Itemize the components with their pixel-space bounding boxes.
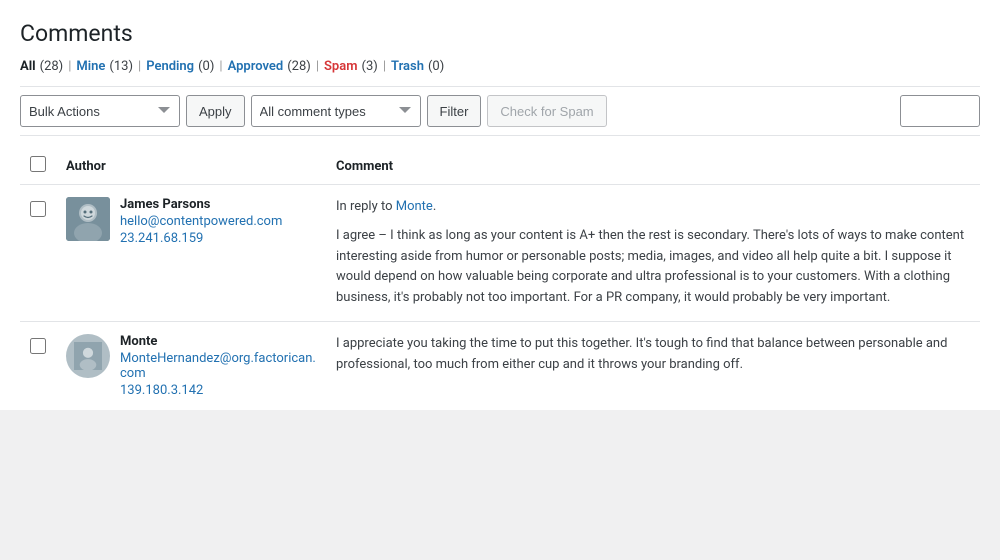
author-cell: James Parsons hello@contentpowered.com 23.… bbox=[56, 185, 326, 322]
row-checkbox[interactable] bbox=[30, 201, 46, 217]
select-all-checkbox[interactable] bbox=[30, 156, 46, 172]
avatar bbox=[66, 197, 110, 241]
row-checkbox[interactable] bbox=[30, 338, 46, 354]
comments-table: Author Comment James Parsons hello@conten… bbox=[20, 148, 980, 410]
author-details: Monte MonteHernandez@org.factorican.com 13… bbox=[120, 334, 316, 398]
filter-mine[interactable]: Mine (13) bbox=[76, 59, 133, 74]
author-name: Monte bbox=[120, 334, 316, 349]
comment-filters: All (28) | Mine (13) | Pending (0) | App… bbox=[20, 59, 980, 74]
select-all-header[interactable] bbox=[20, 148, 56, 185]
row-checkbox-cell bbox=[20, 185, 56, 322]
in-reply-to-link[interactable]: Monte bbox=[396, 199, 433, 214]
author-email[interactable]: hello@contentpowered.com bbox=[120, 214, 282, 229]
search-input[interactable] bbox=[900, 95, 980, 127]
in-reply-to: In reply to Monte. bbox=[336, 197, 970, 218]
filter-all[interactable]: All (28) bbox=[20, 59, 63, 74]
toolbar: Bulk Actions Apply All comment types Fil… bbox=[20, 86, 980, 136]
filter-trash[interactable]: Trash (0) bbox=[391, 59, 444, 74]
author-ip[interactable]: 139.180.3.142 bbox=[120, 383, 316, 398]
table-row: Monte MonteHernandez@org.factorican.com 13… bbox=[20, 321, 980, 410]
comment-col-header: Comment bbox=[326, 148, 980, 185]
check-spam-button[interactable]: Check for Spam bbox=[487, 95, 606, 127]
comment-text: I agree – I think as long as your conten… bbox=[336, 226, 970, 309]
row-checkbox-cell bbox=[20, 321, 56, 410]
page-title: Comments bbox=[20, 20, 980, 47]
author-ip[interactable]: 23.241.68.159 bbox=[120, 231, 282, 246]
comment-type-select[interactable]: All comment types bbox=[251, 95, 421, 127]
author-details: James Parsons hello@contentpowered.com 23.… bbox=[120, 197, 282, 246]
author-cell: Monte MonteHernandez@org.factorican.com 13… bbox=[56, 321, 326, 410]
avatar bbox=[66, 334, 110, 378]
author-col-header: Author bbox=[56, 148, 326, 185]
comment-cell: I appreciate you taking the time to put … bbox=[326, 321, 980, 410]
author-name: James Parsons bbox=[120, 197, 282, 212]
table-row: James Parsons hello@contentpowered.com 23.… bbox=[20, 185, 980, 322]
apply-button[interactable]: Apply bbox=[186, 95, 245, 127]
filter-pending[interactable]: Pending (0) bbox=[146, 59, 214, 74]
filter-approved[interactable]: Approved (28) bbox=[228, 59, 311, 74]
comment-text: I appreciate you taking the time to put … bbox=[336, 334, 970, 376]
filter-spam[interactable]: Spam (3) bbox=[324, 59, 378, 74]
bulk-actions-select[interactable]: Bulk Actions bbox=[20, 95, 180, 127]
author-email[interactable]: MonteHernandez@org.factorican.com bbox=[120, 351, 316, 381]
filter-button[interactable]: Filter bbox=[427, 95, 482, 127]
comment-cell: In reply to Monte. I agree – I think as l… bbox=[326, 185, 980, 322]
